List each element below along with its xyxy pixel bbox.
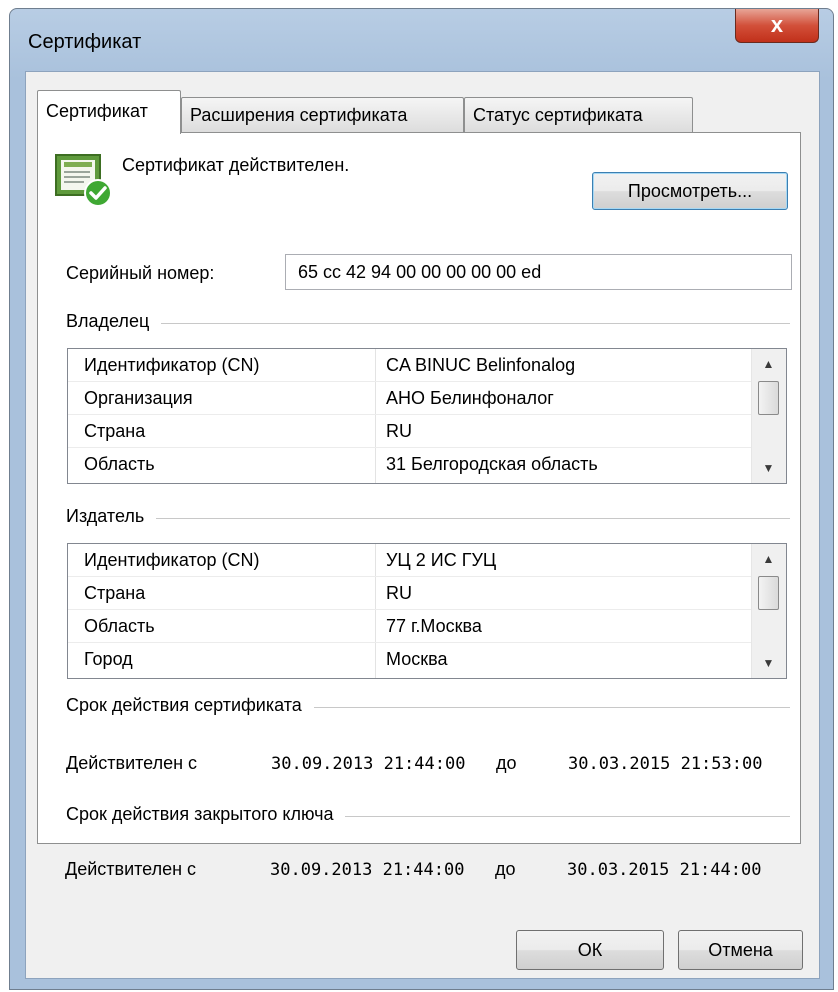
issuer-field-value: Москва (386, 649, 448, 669)
tab-certificate-status[interactable]: Статус сертификата (464, 97, 693, 133)
owner-field-value: CA BINUC Belinfonalog (386, 355, 576, 375)
certificate-dialog: Сертификат x Сертификат Расширения серти… (9, 8, 834, 990)
issuer-field-name: Страна (84, 583, 146, 603)
cert-valid-from-label: Действителен с (66, 753, 198, 773)
scroll-thumb[interactable] (758, 576, 779, 610)
issuer-field-value: RU (386, 583, 412, 603)
window-title: Сертификат (28, 31, 142, 53)
owner-field-value: RU (386, 421, 412, 441)
tab-certificate-extensions[interactable]: Расширения сертификата (181, 97, 464, 133)
issuer-list[interactable]: Идентификатор (CN) УЦ 2 ИС ГУЦ Страна RU… (67, 543, 787, 679)
key-valid-from-value: 30.09.2013 21:44:00 (270, 860, 465, 880)
owner-field-value: 31 Белгородская область (386, 454, 598, 474)
key-validity-group-label: Срок действия закрытого ключа (66, 804, 346, 825)
owner-field-name: Страна (84, 421, 146, 441)
owner-group-line (66, 323, 790, 324)
scroll-up-arrow-icon[interactable]: ▲ (752, 349, 785, 379)
serial-number-field[interactable]: 65 cc 42 94 00 00 00 00 00 ed (285, 254, 792, 290)
issuer-field-name: Область (84, 616, 155, 636)
issuer-field-name: Идентификатор (CN) (84, 550, 260, 570)
column-divider (375, 349, 376, 483)
issuer-field-value: УЦ 2 ИС ГУЦ (386, 550, 497, 570)
cancel-button[interactable]: Отмена (678, 930, 803, 970)
tab-certificate[interactable]: Сертификат (37, 90, 181, 134)
issuer-scrollbar[interactable]: ▲ ▼ (751, 544, 786, 678)
dialog-client-area: Сертификат Расширения сертификата Статус… (25, 71, 820, 979)
certificate-valid-icon (55, 154, 112, 207)
owner-field-name: Область (84, 454, 155, 474)
cert-validity-group-label: Срок действия сертификата (66, 695, 314, 716)
serial-number-label: Серийный номер: (66, 263, 215, 283)
issuer-group-label: Издатель (66, 506, 157, 527)
cert-valid-to-value: 30.03.2015 21:53:00 (568, 754, 763, 774)
owner-field-value: АНО Белинфоналог (386, 388, 554, 408)
view-button[interactable]: Просмотреть... (592, 172, 788, 210)
cert-valid-to-label: до (496, 753, 517, 773)
issuer-field-name: Город (84, 649, 133, 669)
owner-group-label: Владелец (66, 311, 162, 332)
close-button[interactable]: x (735, 9, 819, 43)
scroll-down-arrow-icon[interactable]: ▼ (752, 453, 785, 483)
cert-valid-from-value: 30.09.2013 21:44:00 (271, 754, 466, 774)
key-valid-to-label: до (495, 859, 516, 879)
owner-field-name: Организация (84, 388, 193, 408)
ok-button[interactable]: ОК (516, 930, 664, 970)
title-bar[interactable]: Сертификат x (10, 9, 833, 71)
column-divider (375, 544, 376, 678)
key-valid-to-value: 30.03.2015 21:44:00 (567, 860, 762, 880)
key-valid-from-label: Действителен с (65, 859, 197, 879)
scroll-down-arrow-icon[interactable]: ▼ (752, 648, 785, 678)
issuer-field-value: 77 г.Москва (386, 616, 482, 636)
scroll-up-arrow-icon[interactable]: ▲ (752, 544, 785, 574)
certificate-tab-panel: Сертификат действителен. Просмотреть... … (37, 132, 801, 844)
issuer-group-line (66, 518, 790, 519)
owner-field-name: Идентификатор (CN) (84, 355, 260, 375)
scroll-thumb[interactable] (758, 381, 779, 415)
owner-list[interactable]: Идентификатор (CN) CA BINUC Belinfonalog… (67, 348, 787, 484)
owner-scrollbar[interactable]: ▲ ▼ (751, 349, 786, 483)
status-text: Сертификат действителен. (122, 155, 350, 175)
